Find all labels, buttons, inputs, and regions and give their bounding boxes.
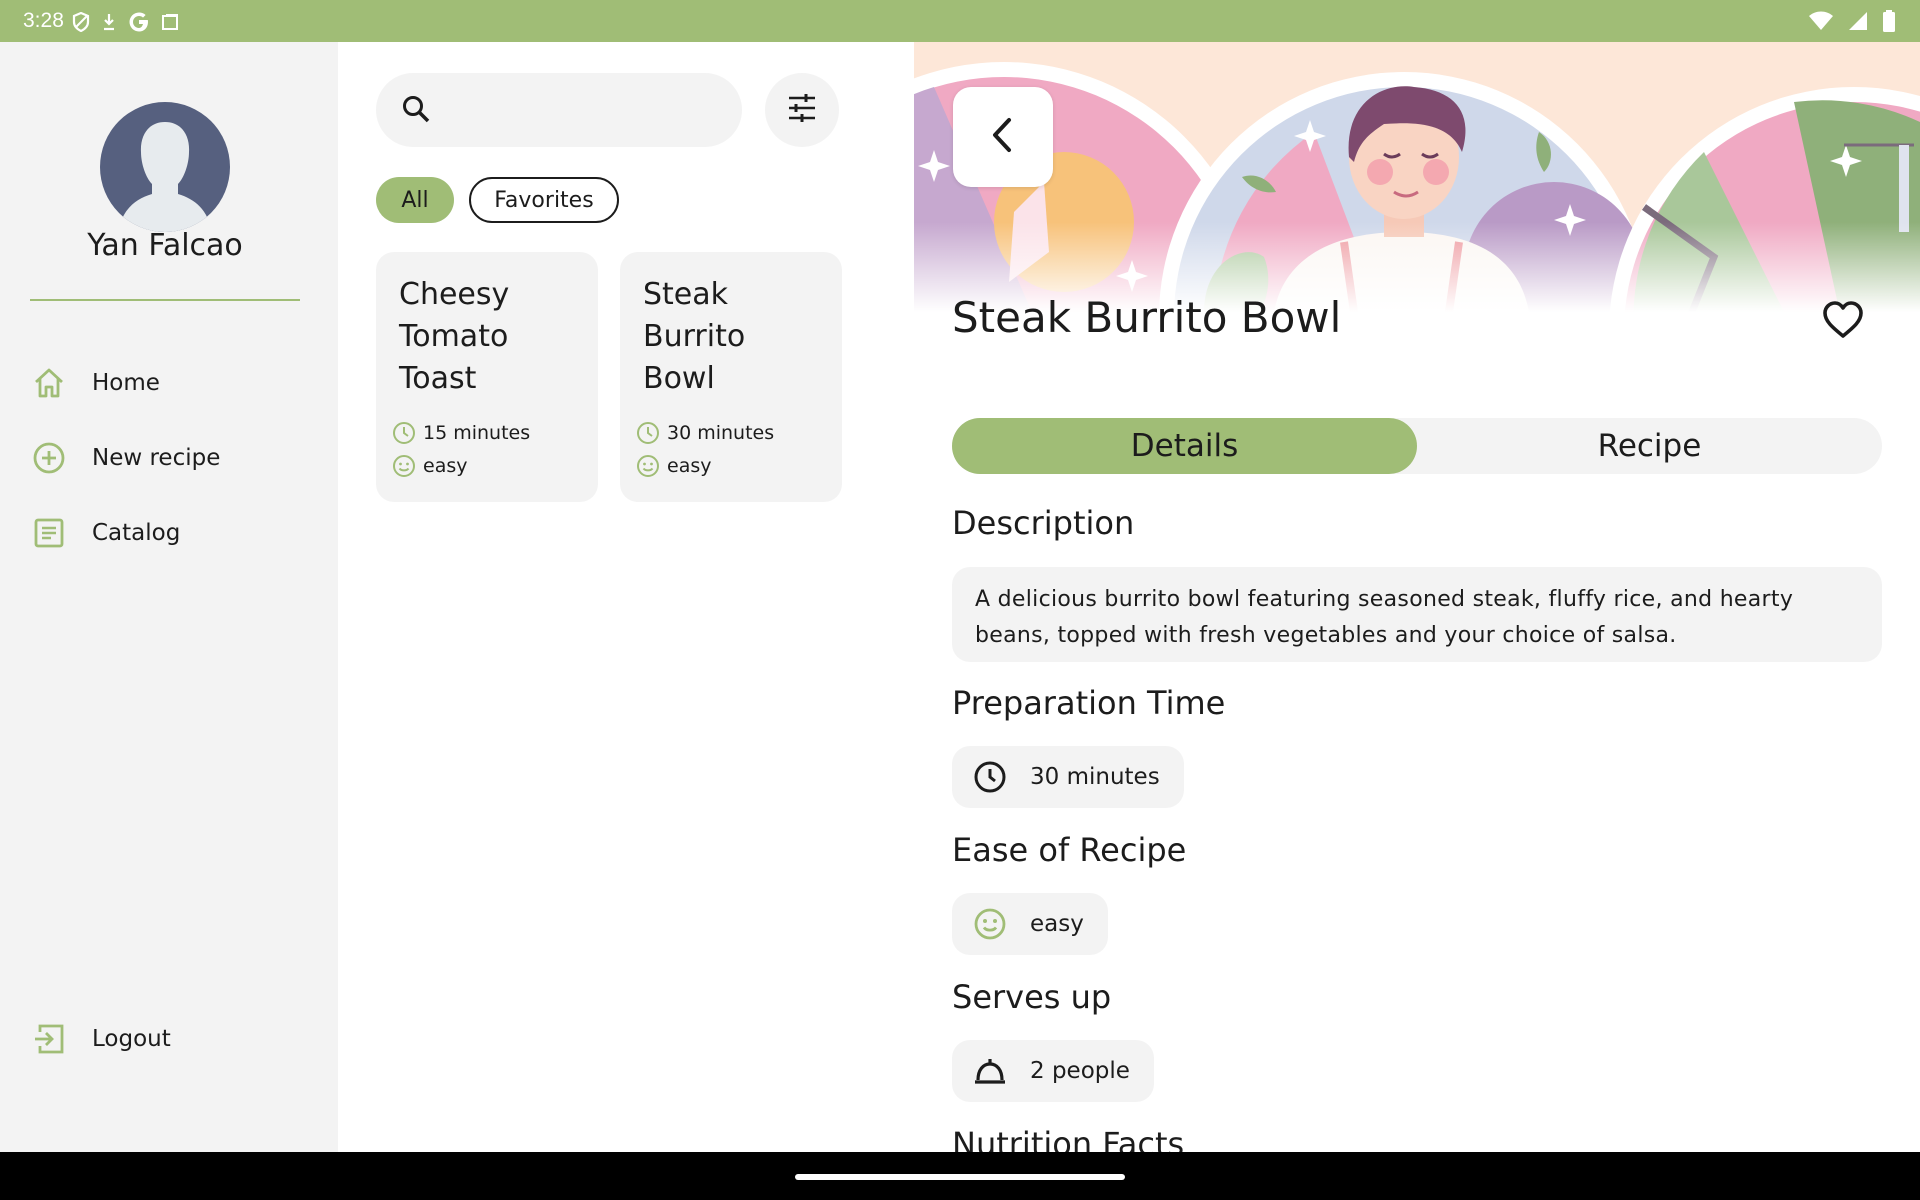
- smile-icon: [391, 453, 417, 479]
- add-circle-icon: [30, 439, 68, 477]
- recipe-card-time: 30 minutes: [635, 420, 774, 446]
- prep-time-value: 30 minutes: [1030, 764, 1160, 790]
- description-heading: Description: [952, 504, 1135, 542]
- clock-icon: [635, 420, 661, 446]
- chevron-left-icon: [988, 116, 1018, 158]
- nav-item-home[interactable]: Home: [30, 358, 320, 408]
- recipe-card-difficulty: easy: [391, 453, 467, 479]
- nav-item-label: New recipe: [92, 445, 221, 471]
- search-icon: [400, 93, 434, 131]
- status-bar: 3:28: [0, 0, 1920, 42]
- battery-icon: [1883, 10, 1895, 32]
- smile-icon: [972, 906, 1008, 942]
- logout-label: Logout: [92, 1026, 171, 1052]
- system-navigation-bar: [0, 1152, 1920, 1200]
- cell-signal-icon: [1849, 12, 1867, 30]
- shield-icon: [72, 12, 90, 32]
- detail-tabs: Details Recipe: [952, 418, 1882, 474]
- description-text: A delicious burrito bowl featuring seaso…: [952, 567, 1882, 662]
- filter-chip-all[interactable]: All: [376, 177, 454, 223]
- status-notification-icons: [72, 10, 180, 34]
- prep-time-heading: Preparation Time: [952, 684, 1226, 722]
- tab-recipe[interactable]: Recipe: [1417, 418, 1882, 474]
- home-gesture-handle[interactable]: [795, 1174, 1125, 1180]
- recipe-card-difficulty-text: easy: [667, 455, 712, 477]
- serves-value: 2 people: [1030, 1058, 1130, 1084]
- status-system-icons: [1808, 10, 1896, 32]
- recipe-card-difficulty: easy: [635, 453, 711, 479]
- nav-item-label: Home: [92, 370, 160, 396]
- person-silhouette-icon: [118, 122, 212, 232]
- screenshot-icon: [162, 14, 178, 30]
- recipe-card-title: Steak Burrito Bowl: [643, 277, 746, 396]
- prep-time-pill: 30 minutes: [952, 746, 1184, 808]
- user-name: Yan Falcao: [87, 228, 243, 263]
- nav-divider: [30, 299, 300, 301]
- serves-heading: Serves up: [952, 978, 1112, 1016]
- status-time: 3:28: [23, 9, 64, 32]
- clock-icon: [391, 420, 417, 446]
- search-input[interactable]: [376, 73, 742, 147]
- ease-heading: Ease of Recipe: [952, 831, 1187, 869]
- recipe-title: Steak Burrito Bowl: [952, 293, 1342, 342]
- filter-chip-favorites[interactable]: Favorites: [469, 177, 619, 223]
- tune-icon: [786, 92, 818, 128]
- recipe-card-time-text: 30 minutes: [667, 422, 775, 444]
- filter-button[interactable]: [765, 73, 839, 147]
- recipe-card-difficulty-text: easy: [423, 455, 468, 477]
- room-service-icon: [972, 1053, 1008, 1089]
- recipe-card-time-text: 15 minutes: [423, 422, 531, 444]
- recipe-card-title: Cheesy Tomato Toast: [399, 277, 510, 396]
- list-document-icon: [30, 514, 68, 552]
- logout-button[interactable]: Logout: [30, 1014, 320, 1064]
- ease-value: easy: [1030, 911, 1084, 937]
- ease-pill: easy: [952, 893, 1108, 955]
- back-button[interactable]: [953, 87, 1053, 187]
- nav-item-new-recipe[interactable]: New recipe: [30, 433, 320, 483]
- wifi-icon: [1809, 11, 1833, 30]
- navigation-drawer: Yan Falcao Home New recipe Catalog Logou…: [0, 42, 338, 1152]
- recipe-card-time: 15 minutes: [391, 420, 530, 446]
- nav-item-label: Catalog: [92, 520, 181, 546]
- download-icon: [104, 14, 114, 31]
- nav-item-catalog[interactable]: Catalog: [30, 508, 320, 558]
- recipe-card[interactable]: Cheesy Tomato Toast 15 minutes easy: [376, 252, 598, 502]
- tab-details[interactable]: Details: [952, 418, 1417, 474]
- logout-icon: [30, 1020, 68, 1058]
- google-icon: [129, 12, 148, 32]
- favorite-heart-icon[interactable]: [1822, 300, 1864, 344]
- clock-icon: [972, 759, 1008, 795]
- avatar[interactable]: [100, 102, 230, 232]
- smile-icon: [635, 453, 661, 479]
- serves-pill: 2 people: [952, 1040, 1154, 1102]
- recipe-card[interactable]: Steak Burrito Bowl 30 minutes easy: [620, 252, 842, 502]
- home-icon: [30, 364, 68, 402]
- recipe-hero-image: [914, 42, 1920, 312]
